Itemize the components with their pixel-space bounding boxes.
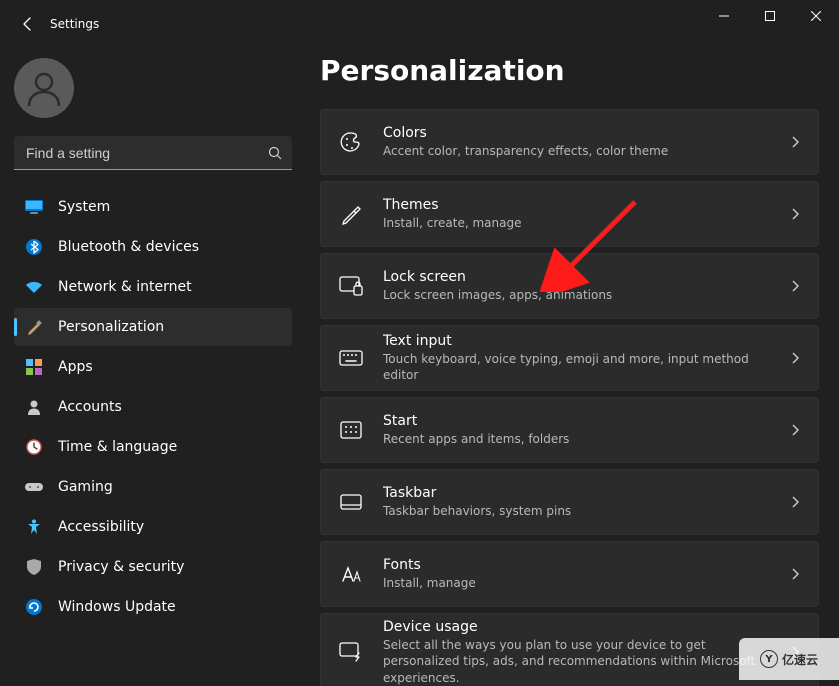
apps-icon	[24, 357, 44, 377]
page-title: Personalization	[320, 54, 819, 87]
chevron-right-icon	[792, 496, 800, 508]
fonts-icon	[339, 562, 363, 586]
card-subtitle: Touch keyboard, voice typing, emoji and …	[383, 351, 782, 383]
update-icon	[24, 597, 44, 617]
sidebar-item-label: Windows Update	[58, 599, 176, 615]
sidebar-item-label: Accounts	[58, 399, 122, 415]
card-subtitle: Recent apps and items, folders	[383, 431, 782, 447]
watermark-text: 亿速云	[782, 651, 818, 668]
card-colors[interactable]: Colors Accent color, transparency effect…	[320, 109, 819, 175]
card-title: Taskbar	[383, 484, 782, 503]
chevron-right-icon	[792, 352, 800, 364]
sidebar-item-system[interactable]: System	[14, 188, 292, 226]
main-panel: Personalization Colors Accent color, tra…	[300, 48, 839, 686]
lock-screen-icon	[339, 274, 363, 298]
card-fonts[interactable]: Fonts Install, manage	[320, 541, 819, 607]
sidebar-nav: System Bluetooth & devices Network & int…	[14, 188, 300, 626]
wifi-icon	[24, 277, 44, 297]
search-field-wrap	[14, 136, 292, 170]
bluetooth-icon	[24, 237, 44, 257]
sidebar: System Bluetooth & devices Network & int…	[0, 48, 300, 686]
sidebar-item-accessibility[interactable]: Accessibility	[14, 508, 292, 546]
search-input[interactable]	[14, 136, 292, 170]
chevron-right-icon	[792, 424, 800, 436]
sidebar-item-label: Personalization	[58, 319, 164, 335]
palette-icon	[339, 130, 363, 154]
shield-icon	[24, 557, 44, 577]
keyboard-icon	[339, 346, 363, 370]
sidebar-item-label: Gaming	[58, 479, 113, 495]
card-title: Colors	[383, 124, 782, 143]
card-title: Start	[383, 412, 782, 431]
gamepad-icon	[24, 477, 44, 497]
close-button[interactable]	[793, 0, 839, 32]
back-button[interactable]	[14, 10, 42, 38]
search-icon	[268, 146, 282, 160]
card-title: Text input	[383, 332, 782, 351]
maximize-button[interactable]	[747, 0, 793, 32]
sidebar-item-label: System	[58, 199, 110, 215]
content-area: System Bluetooth & devices Network & int…	[0, 48, 839, 686]
card-title: Fonts	[383, 556, 782, 575]
card-subtitle: Taskbar behaviors, system pins	[383, 503, 782, 519]
watermark: Y 亿速云	[739, 638, 839, 680]
sidebar-item-label: Accessibility	[58, 519, 144, 535]
sidebar-item-bluetooth[interactable]: Bluetooth & devices	[14, 228, 292, 266]
card-subtitle: Lock screen images, apps, animations	[383, 287, 782, 303]
chevron-right-icon	[792, 568, 800, 580]
maximize-icon	[765, 11, 775, 21]
monitor-icon	[24, 197, 44, 217]
brush-icon	[339, 202, 363, 226]
sidebar-item-label: Time & language	[58, 439, 177, 455]
paint-icon	[24, 317, 44, 337]
back-arrow-icon	[20, 16, 36, 32]
accessibility-icon	[24, 517, 44, 537]
clock-icon	[24, 437, 44, 457]
card-title: Lock screen	[383, 268, 782, 287]
window-title: Settings	[50, 17, 99, 31]
start-icon	[339, 418, 363, 442]
card-subtitle: Select all the ways you plan to use your…	[383, 637, 782, 686]
sidebar-item-apps[interactable]: Apps	[14, 348, 292, 386]
chevron-right-icon	[792, 208, 800, 220]
titlebar: Settings	[0, 0, 839, 48]
card-taskbar[interactable]: Taskbar Taskbar behaviors, system pins	[320, 469, 819, 535]
sidebar-item-label: Privacy & security	[58, 559, 184, 575]
close-icon	[811, 11, 821, 21]
user-avatar[interactable]	[14, 58, 74, 118]
card-text-input[interactable]: Text input Touch keyboard, voice typing,…	[320, 325, 819, 391]
sidebar-item-label: Apps	[58, 359, 93, 375]
chevron-right-icon	[792, 136, 800, 148]
card-lock-screen[interactable]: Lock screen Lock screen images, apps, an…	[320, 253, 819, 319]
card-title: Themes	[383, 196, 782, 215]
card-themes[interactable]: Themes Install, create, manage	[320, 181, 819, 247]
taskbar-icon	[339, 490, 363, 514]
minimize-button[interactable]	[701, 0, 747, 32]
minimize-icon	[719, 11, 729, 21]
sidebar-item-accounts[interactable]: Accounts	[14, 388, 292, 426]
card-start[interactable]: Start Recent apps and items, folders	[320, 397, 819, 463]
sidebar-item-personalization[interactable]: Personalization	[14, 308, 292, 346]
person-icon	[24, 397, 44, 417]
person-placeholder-icon	[24, 68, 64, 108]
window-controls	[701, 0, 839, 32]
card-subtitle: Install, manage	[383, 575, 782, 591]
sidebar-item-label: Network & internet	[58, 279, 192, 295]
watermark-logo-icon: Y	[760, 650, 778, 668]
sidebar-item-label: Bluetooth & devices	[58, 239, 199, 255]
sidebar-item-gaming[interactable]: Gaming	[14, 468, 292, 506]
card-title: Device usage	[383, 618, 782, 637]
sidebar-item-time-language[interactable]: Time & language	[14, 428, 292, 466]
chevron-right-icon	[792, 280, 800, 292]
card-subtitle: Install, create, manage	[383, 215, 782, 231]
sidebar-item-privacy[interactable]: Privacy & security	[14, 548, 292, 586]
card-subtitle: Accent color, transparency effects, colo…	[383, 143, 782, 159]
device-usage-icon	[339, 640, 363, 664]
sidebar-item-windows-update[interactable]: Windows Update	[14, 588, 292, 626]
sidebar-item-network[interactable]: Network & internet	[14, 268, 292, 306]
